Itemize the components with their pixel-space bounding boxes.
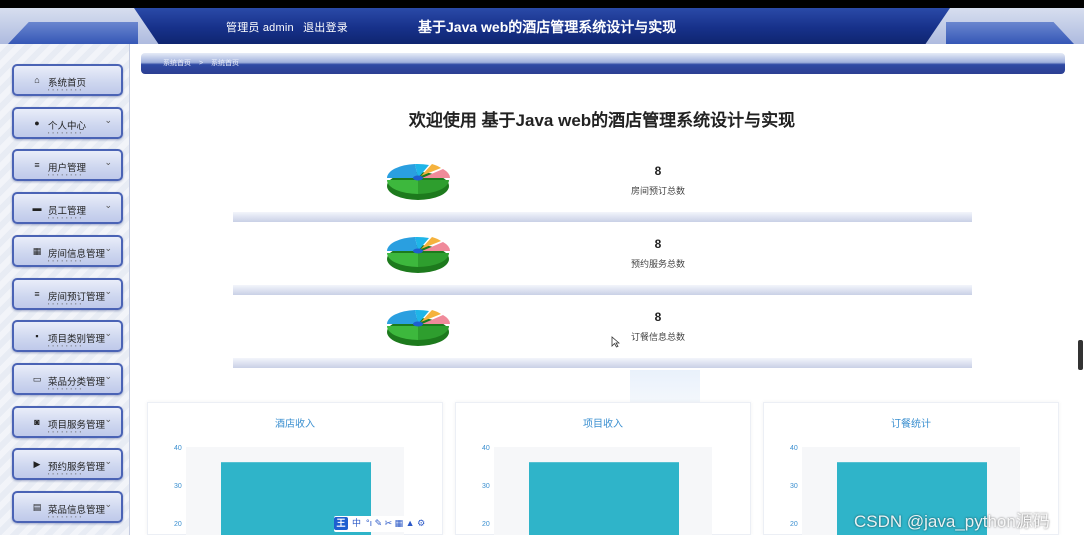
sidebar-item-decoration: ▪ ▪ ▪ ▪ ▪ ▪ ▪ ▪ (48, 300, 83, 306)
breadcrumb-home[interactable]: 系统首页 (163, 60, 191, 67)
sidebar-item-decoration: ▪ ▪ ▪ ▪ ▪ ▪ ▪ ▪ (48, 514, 83, 519)
stat-value: 8 (654, 310, 662, 324)
sidebar-item-6[interactable]: ≡ 房间预订管理 ▪ ▪ ▪ ▪ ▪ ▪ ▪ ▪ ⌄ (12, 277, 123, 310)
stat-row: 8 房间预订总数 (233, 152, 972, 222)
stat-band (233, 212, 972, 222)
header-left-wing (8, 22, 138, 44)
stat-band (233, 358, 972, 368)
stat-band (233, 285, 972, 295)
sidebar-item-7[interactable]: ▪ 项目类别管理 ▪ ▪ ▪ ▪ ▪ ▪ ▪ ▪ ⌄ (12, 320, 123, 353)
tag-icon: ◙ (34, 416, 40, 427)
y-tick-label: 40 (174, 445, 182, 452)
stat-label: 房间预订总数 (630, 186, 685, 196)
header-right-wing (946, 22, 1074, 44)
list-icon: ≡ (34, 288, 40, 299)
grid-icon: ▦ (32, 245, 42, 256)
chevron-down-icon: ⌄ (104, 499, 112, 509)
chevron-down-icon: ⌄ (104, 157, 112, 168)
sidebar-item-decoration: ▪ ▪ ▪ ▪ ▪ ▪ ▪ ▪ (48, 129, 83, 135)
breadcrumb-separator: > (198, 60, 204, 67)
chart-card: 项目收入 40 30 20 (455, 402, 751, 535)
list-icon: ≡ (34, 160, 40, 171)
watermark-text: CSDN @java_python源码 (854, 512, 1050, 531)
y-tick-label: 30 (174, 483, 182, 490)
pie-chart-icon (385, 156, 451, 204)
app-title: 基于Java web的酒店管理系统设计与实现 (418, 19, 677, 35)
sidebar-item-decoration: ▪ ▪ ▪ ▪ ▪ ▪ ▪ ▪ (48, 343, 83, 349)
monitor-icon: ▬ (32, 203, 42, 214)
y-tick-label: 40 (790, 445, 798, 452)
chevron-down-icon: ⌄ (104, 200, 112, 211)
sidebar-item-5[interactable]: ▦ 房间信息管理 ▪ ▪ ▪ ▪ ▪ ▪ ▪ ▪ ⌄ (12, 234, 123, 267)
y-tick-label: 30 (790, 483, 798, 490)
sidebar-item-9[interactable]: ◙ 项目服务管理 ▪ ▪ ▪ ▪ ▪ ▪ ▪ ▪ ⌄ (12, 405, 123, 438)
y-tick-label: 20 (174, 521, 182, 528)
y-tick-label: 20 (482, 521, 490, 528)
stat-value: 8 (654, 237, 662, 251)
chevron-down-icon: ⌄ (104, 413, 112, 424)
header-user-area: 管理员 admin 退出登录 (226, 19, 354, 35)
bar-chart: 40 30 20 (482, 445, 712, 535)
home-icon: ⌂ (34, 75, 40, 85)
sidebar-item-2[interactable]: ● 个人中心 ▪ ▪ ▪ ▪ ▪ ▪ ▪ ▪ ⌄ (12, 106, 123, 139)
ime-toolbar: 王 中 °ı ✎ ✂ ▦ ▲ ⚙ (334, 516, 442, 532)
sidebar-item-8[interactable]: ▭ 菜品分类管理 ▪ ▪ ▪ ▪ ▪ ▪ ▪ ▪ ⌄ (12, 362, 123, 395)
ime-logo-button[interactable]: 王 (334, 517, 348, 530)
logout-link[interactable]: 退出登录 (303, 22, 348, 34)
mouse-cursor-icon (611, 336, 620, 348)
sidebar-item-decoration: ▪ ▪ ▪ ▪ ▪ ▪ ▪ ▪ (48, 385, 83, 391)
sidebar-item-3[interactable]: ≡ 用户管理 ▪ ▪ ▪ ▪ ▪ ▪ ▪ ▪ ⌄ (12, 149, 123, 182)
apps-icon: ▪ (35, 331, 39, 342)
chevron-down-icon: ⌄ (104, 285, 112, 296)
sidebar-item-11[interactable]: ▤ 菜品信息管理 ▪ ▪ ▪ ▪ ▪ ▪ ▪ ▪ ⌄ (12, 491, 123, 523)
sidebar-item-1[interactable]: ⌂ 系统首页 ▪ ▪ ▪ ▪ ▪ ▪ ▪ ▪ (12, 64, 123, 96)
pie-chart-icon (385, 302, 451, 350)
chevron-down-icon: ⌄ (104, 114, 112, 125)
ime-tools-icons[interactable]: °ı ✎ ✂ ▦ ▲ ⚙ (366, 517, 425, 530)
sidebar-item-decoration: ▪ ▪ ▪ ▪ ▪ ▪ ▪ ▪ (48, 428, 83, 434)
chevron-down-icon: ⌄ (104, 456, 112, 467)
welcome-heading: 欢迎使用 基于Java web的酒店管理系统设计与实现 (408, 111, 796, 130)
stat-label: 订餐信息总数 (630, 332, 685, 342)
top-black-strip (0, 0, 1084, 8)
ime-language-button[interactable]: 中 (352, 517, 361, 530)
message-icon: ▤ (32, 502, 42, 512)
chevron-down-icon: ⌄ (104, 328, 112, 339)
admin-role-label: 管理员 admin (226, 22, 294, 34)
sidebar-item-4[interactable]: ▬ 员工管理 ▪ ▪ ▪ ▪ ▪ ▪ ▪ ▪ ⌄ (12, 192, 123, 225)
chart-bar (529, 462, 679, 535)
y-tick-label: 40 (482, 445, 490, 452)
user-icon: ● (34, 117, 40, 128)
sidebar-item-10[interactable]: ▶ 预约服务管理 ▪ ▪ ▪ ▪ ▪ ▪ ▪ ▪ ⌄ (12, 448, 123, 481)
pie-chart-icon (385, 229, 451, 277)
stat-label: 预约服务总数 (630, 259, 685, 269)
sidebar-item-decoration: ▪ ▪ ▪ ▪ ▪ ▪ ▪ ▪ (48, 87, 83, 92)
desktop-icon: ▭ (32, 373, 42, 384)
scrollbar-thumb[interactable] (1078, 340, 1083, 370)
breadcrumb-bar: 系统首页 > 系统首页 (141, 53, 1065, 74)
sidebar-item-decoration: ▪ ▪ ▪ ▪ ▪ ▪ ▪ ▪ (48, 257, 83, 263)
breadcrumb: 系统首页 > 系统首页 (163, 58, 245, 68)
stat-value: 8 (654, 164, 662, 178)
sidebar-item-decoration: ▪ ▪ ▪ ▪ ▪ ▪ ▪ ▪ (48, 215, 83, 221)
header: 管理员 admin 退出登录 基于Java web的酒店管理系统设计与实现 (0, 8, 1084, 44)
sidebar-item-decoration: ▪ ▪ ▪ ▪ ▪ ▪ ▪ ▪ (48, 172, 83, 178)
chevron-down-icon: ⌄ (104, 242, 112, 253)
stat-row: 8 预约服务总数 (233, 225, 972, 295)
stat-row: 8 订餐信息总数 (233, 298, 972, 368)
y-tick-label: 30 (482, 483, 490, 490)
sidebar-item-decoration: ▪ ▪ ▪ ▪ ▪ ▪ ▪ ▪ (48, 471, 83, 477)
sidebar: ⌂ 系统首页 ▪ ▪ ▪ ▪ ▪ ▪ ▪ ▪ ● 个人中心 ▪ ▪ ▪ ▪ ▪ ▪ ▪ ▪… (0, 44, 130, 535)
video-icon: ▶ (33, 459, 41, 470)
chevron-down-icon: ⌄ (104, 370, 112, 381)
y-tick-label: 20 (790, 521, 798, 528)
breadcrumb-current: 系统首页 (211, 60, 239, 67)
app-root: 管理员 admin 退出登录 基于Java web的酒店管理系统设计与实现 ⌂ 系… (0, 0, 1084, 535)
